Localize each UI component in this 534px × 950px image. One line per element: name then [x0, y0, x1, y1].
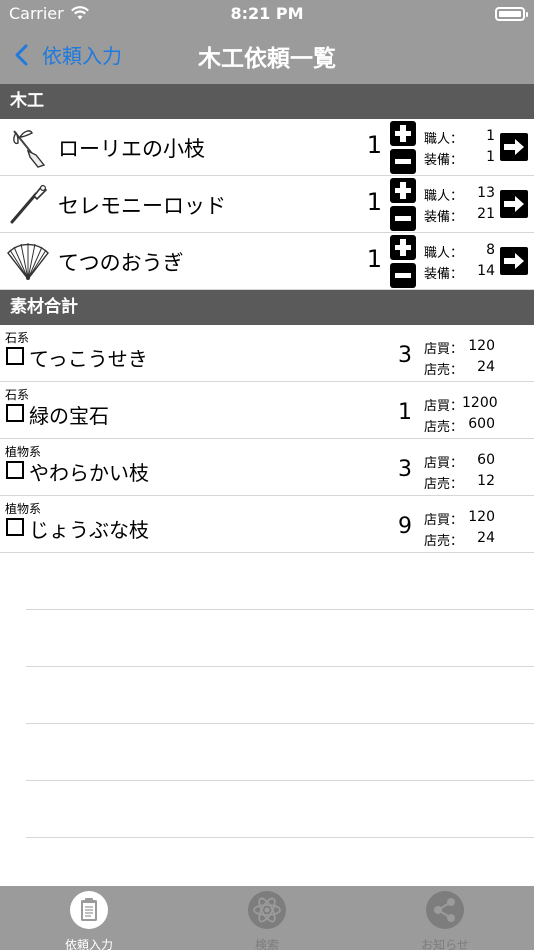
- tab-label: 検索: [254, 938, 279, 950]
- quantity-stepper: [390, 235, 416, 289]
- screen: Carrier 8:21 PM 依頼入力 木工依頼一覧 木工 ローリエの小枝 1…: [0, 0, 534, 950]
- sell-price-value: 24: [477, 530, 495, 546]
- material-name: 緑の宝石: [29, 404, 109, 428]
- buy-price-label: 店買：: [424, 342, 464, 357]
- request-name: ローリエの小枝: [58, 137, 205, 161]
- material-checkbox[interactable]: [6, 404, 24, 422]
- craftsman-value: 1: [486, 128, 495, 144]
- detail-arrow-button[interactable]: [500, 190, 528, 218]
- material-name: やわらかい枝: [29, 461, 149, 485]
- buy-price-value: 60: [477, 452, 495, 468]
- equip-value: 21: [477, 206, 495, 222]
- material-category: 石系: [5, 388, 30, 402]
- request-quantity: 1: [366, 188, 382, 216]
- decrement-button[interactable]: [390, 149, 416, 174]
- tab-bar: 依頼入力 検索 お知らせ: [0, 886, 534, 950]
- arrow-right-icon: [504, 253, 524, 269]
- arrow-right-icon: [504, 196, 524, 212]
- craftsman-label: 職人：: [424, 132, 464, 147]
- material-name: じょうぶな枝: [29, 518, 149, 542]
- detail-arrow-button[interactable]: [500, 247, 528, 275]
- material-quantity: 3: [398, 343, 412, 368]
- atom-icon: [248, 891, 286, 929]
- material-row: 石系 てっこうせき 3 店買： 120 店売： 24: [0, 325, 534, 382]
- sell-price-value: 12: [477, 473, 495, 489]
- material-name: てっこうせき: [29, 347, 148, 371]
- status-time: 8:21 PM: [230, 4, 304, 23]
- quantity-stepper: [390, 178, 416, 232]
- equip-value: 1: [486, 149, 495, 165]
- page-title: 木工依頼一覧: [198, 46, 336, 72]
- material-checkbox[interactable]: [6, 347, 24, 365]
- material-quantity: 1: [398, 400, 412, 425]
- arrow-right-icon: [504, 139, 524, 155]
- buy-price-value: 120: [468, 509, 495, 525]
- buy-price-value: 120: [468, 338, 495, 354]
- sell-price-value: 24: [477, 359, 495, 375]
- material-quantity: 9: [398, 514, 412, 539]
- fan-icon: [7, 243, 49, 281]
- craftsman-value: 8: [486, 242, 495, 258]
- request-name: セレモニーロッド: [58, 194, 226, 218]
- empty-row-divider: [26, 723, 534, 724]
- twig-icon: [13, 130, 46, 168]
- share-icon: [426, 891, 464, 929]
- craftsman-label: 職人：: [424, 246, 464, 261]
- material-row: 植物系 やわらかい枝 3 店買： 60 店売： 12: [0, 439, 534, 496]
- equip-label: 装備：: [424, 210, 464, 225]
- navigation-bar: 依頼入力 木工依頼一覧: [0, 28, 534, 84]
- buy-price-label: 店買：: [424, 456, 464, 471]
- buy-price-value: 1200: [462, 395, 498, 411]
- buy-price-label: 店買：: [424, 513, 464, 528]
- empty-row-divider: [26, 780, 534, 781]
- decrement-button[interactable]: [390, 206, 416, 231]
- tab-search[interactable]: 検索: [207, 890, 327, 950]
- request-row: セレモニーロッド 1 職人： 13 装備： 21: [0, 176, 534, 233]
- sell-price-label: 店売：: [424, 477, 464, 492]
- request-row: ローリエの小枝 1 職人： 1 装備： 1: [0, 119, 534, 176]
- material-category: 石系: [5, 331, 30, 345]
- request-name: てつのおうぎ: [58, 251, 184, 275]
- buy-price-label: 店買：: [424, 399, 464, 414]
- increment-button[interactable]: [390, 178, 416, 203]
- empty-row-divider: [26, 666, 534, 667]
- equip-label: 装備：: [424, 267, 464, 282]
- material-checkbox[interactable]: [6, 461, 24, 479]
- detail-arrow-button[interactable]: [500, 133, 528, 161]
- tab-label: お知らせ: [421, 938, 469, 950]
- section-header-woodwork: 木工: [0, 84, 534, 119]
- top-bar: Carrier 8:21 PM 依頼入力 木工依頼一覧: [0, 0, 534, 84]
- sell-price-label: 店売：: [424, 420, 464, 435]
- equip-label: 装備：: [424, 153, 464, 168]
- material-row: 植物系 じょうぶな枝 9 店買： 120 店売： 24: [0, 496, 534, 553]
- decrement-button[interactable]: [390, 263, 416, 288]
- request-quantity: 1: [366, 245, 382, 273]
- material-checkbox[interactable]: [6, 518, 24, 536]
- increment-button[interactable]: [390, 235, 416, 260]
- section-header-materials: 素材合計: [0, 290, 534, 325]
- battery-icon: [495, 7, 528, 21]
- rod-icon: [10, 184, 48, 224]
- increment-button[interactable]: [390, 121, 416, 146]
- material-quantity: 3: [398, 457, 412, 482]
- clipboard-icon: [70, 891, 108, 929]
- sell-price-label: 店売：: [424, 534, 464, 549]
- tab-request-input[interactable]: 依頼入力: [29, 890, 149, 950]
- empty-row-divider: [26, 609, 534, 610]
- empty-row-divider: [26, 837, 534, 838]
- equip-value: 14: [477, 263, 495, 279]
- craftsman-value: 13: [477, 185, 495, 201]
- material-row: 石系 緑の宝石 1 店買： 1200 店売： 600: [0, 382, 534, 439]
- sell-price-label: 店売：: [424, 363, 464, 378]
- quantity-stepper: [390, 121, 416, 175]
- craftsman-label: 職人：: [424, 189, 464, 204]
- status-bar: Carrier 8:21 PM: [0, 0, 534, 28]
- tab-notifications[interactable]: お知らせ: [385, 890, 505, 950]
- sell-price-value: 600: [468, 416, 495, 432]
- request-quantity: 1: [366, 131, 382, 159]
- tab-label: 依頼入力: [64, 938, 113, 950]
- request-row: てつのおうぎ 1 職人： 8 装備： 14: [0, 233, 534, 290]
